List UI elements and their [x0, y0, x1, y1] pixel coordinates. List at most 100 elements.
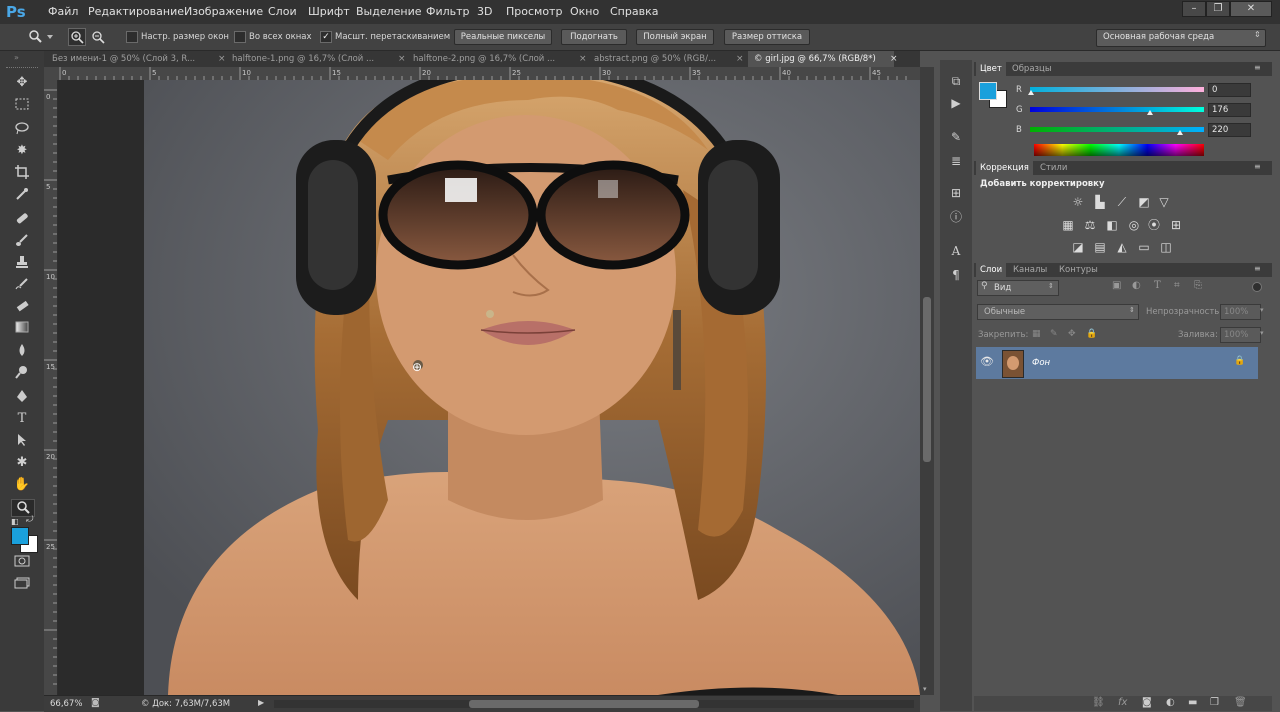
channel-mixer-icon[interactable]: ⦿	[1146, 218, 1162, 232]
panel-menu-icon[interactable]: ≡	[1254, 63, 1261, 72]
lock-all-icon[interactable]: 🔒	[1086, 329, 1097, 339]
custom-shape-tool-icon[interactable]: ✱	[11, 455, 33, 471]
tab-color[interactable]: Цвет	[976, 62, 1006, 76]
document-canvas[interactable]: ⊕	[58, 80, 920, 695]
fit-screen-button[interactable]: Подогнать	[561, 29, 627, 45]
tab-styles[interactable]: Стили	[1040, 161, 1067, 175]
hue-saturation-icon[interactable]: ▦	[1060, 218, 1076, 232]
brush-presets-icon[interactable]: ≣	[948, 154, 964, 168]
add-mask-icon[interactable]: ◙	[1142, 697, 1152, 708]
zoom-in-icon[interactable]	[68, 28, 86, 46]
channel-b-value[interactable]: 220	[1208, 123, 1251, 137]
screen-mode-icon[interactable]	[11, 577, 33, 593]
actions-panel-icon[interactable]: ▶	[948, 96, 964, 110]
tab-document-halftone-1[interactable]: halftone-1.png @ 16,7% (Слой ...	[232, 51, 394, 67]
hand-tool-icon[interactable]: ✋	[11, 477, 33, 493]
menu-filter[interactable]: Фильтр	[426, 5, 470, 18]
exposure-icon[interactable]: ◩	[1136, 195, 1152, 209]
menu-select[interactable]: Выделение	[356, 5, 422, 18]
fill-field[interactable]: 100%	[1220, 327, 1261, 343]
chevron-down-icon[interactable]	[47, 35, 53, 39]
clone-source-icon[interactable]: ⊞	[948, 186, 964, 200]
quick-selection-tool-icon[interactable]: ✸	[11, 143, 33, 159]
panel-menu-icon[interactable]: ≡	[1254, 162, 1261, 171]
foreground-color-swatch[interactable]	[11, 527, 29, 545]
invert-icon[interactable]: ◪	[1070, 240, 1086, 254]
menu-window[interactable]: Окно	[570, 5, 599, 18]
tab-adjustments[interactable]: Коррекция	[976, 161, 1033, 175]
menu-3d[interactable]: 3D	[477, 5, 492, 18]
close-button[interactable]: ✕	[1230, 1, 1272, 17]
trash-icon[interactable]: 🗑	[1234, 697, 1247, 708]
brightness-contrast-icon[interactable]: ☼	[1070, 195, 1086, 209]
threshold-icon[interactable]: ◭	[1114, 240, 1130, 254]
move-tool-icon[interactable]: ✥	[11, 75, 33, 91]
tab-layers[interactable]: Слои	[976, 263, 1007, 277]
type-tool-icon[interactable]: T	[11, 411, 33, 427]
healing-brush-tool-icon[interactable]	[11, 211, 33, 227]
tab-document-girl-active[interactable]: © girl.jpg @ 66,7% (RGB/8*)	[748, 51, 894, 67]
status-menu-arrow-icon[interactable]: ▶	[258, 698, 264, 707]
menu-layers[interactable]: Слои	[268, 5, 297, 18]
color-lookup-icon[interactable]: ⊞	[1168, 218, 1184, 232]
tab-close-icon[interactable]: ×	[579, 51, 587, 67]
eyedropper-tool-icon[interactable]	[11, 187, 33, 203]
filter-shape-icon[interactable]: ⌗	[1174, 280, 1180, 291]
layer-filter-select[interactable]: ⚲ Вид ⇕	[977, 280, 1059, 296]
tab-document-untitled[interactable]: Без имени-1 @ 50% (Слой 3, R...	[52, 51, 214, 67]
pen-tool-icon[interactable]	[11, 389, 33, 405]
channel-r-slider[interactable]	[1030, 87, 1204, 92]
channel-r-marker[interactable]	[1028, 90, 1034, 95]
channel-g-slider[interactable]	[1030, 107, 1204, 112]
all-windows-checkbox[interactable]	[234, 31, 246, 43]
info-panel-icon[interactable]: ⓘ	[948, 210, 964, 224]
chevron-down-icon[interactable]: ▾	[1260, 329, 1264, 337]
selective-color-icon[interactable]: ◫	[1158, 240, 1174, 254]
lasso-tool-icon[interactable]	[11, 121, 33, 137]
marquee-tool-icon[interactable]	[11, 98, 33, 114]
vertical-scroll-thumb[interactable]	[923, 297, 931, 462]
brush-tool-icon[interactable]	[11, 233, 33, 249]
dodge-tool-icon[interactable]	[11, 365, 33, 381]
tab-close-icon[interactable]: ×	[398, 51, 406, 67]
levels-icon[interactable]: ▙	[1092, 195, 1108, 209]
menu-file[interactable]: Файл	[48, 5, 78, 18]
channel-b-marker[interactable]	[1177, 130, 1183, 135]
blur-tool-icon[interactable]	[11, 343, 33, 359]
opacity-field[interactable]: 100%	[1220, 304, 1261, 320]
resize-windows-checkbox[interactable]	[126, 31, 138, 43]
fill-screen-button[interactable]: Полный экран	[636, 29, 714, 45]
layer-style-icon[interactable]: fx	[1118, 697, 1127, 708]
vibrance-icon[interactable]: ▽	[1156, 195, 1172, 209]
print-size-button[interactable]: Размер оттиска	[724, 29, 810, 45]
filter-type-icon[interactable]: T	[1154, 280, 1161, 291]
tab-swatches[interactable]: Образцы	[1012, 62, 1052, 76]
panel-menu-icon[interactable]: ≡	[1254, 264, 1261, 273]
share-icon[interactable]: ◙	[91, 698, 100, 708]
channel-r-value[interactable]: 0	[1208, 83, 1251, 97]
tab-paths[interactable]: Контуры	[1059, 263, 1098, 277]
layer-row-background[interactable]: 👁 Фон 🔒	[976, 347, 1258, 379]
menu-type[interactable]: Шрифт	[308, 5, 350, 18]
path-selection-tool-icon[interactable]	[11, 433, 33, 449]
horizontal-scroll-thumb[interactable]	[469, 700, 699, 708]
color-balance-icon[interactable]: ⚖	[1082, 218, 1098, 232]
paragraph-panel-icon[interactable]: ¶	[948, 268, 964, 282]
zoom-out-icon[interactable]	[90, 29, 106, 45]
toolbox-grip[interactable]	[6, 67, 38, 72]
history-brush-tool-icon[interactable]	[11, 277, 33, 293]
tab-channels[interactable]: Каналы	[1013, 263, 1047, 277]
color-spectrum-bar[interactable]	[1034, 144, 1204, 156]
lock-position-icon[interactable]: ✥	[1068, 329, 1076, 339]
black-white-icon[interactable]: ◧	[1104, 218, 1120, 232]
channel-g-value[interactable]: 176	[1208, 103, 1251, 117]
gradient-map-icon[interactable]: ▭	[1136, 240, 1152, 254]
brush-panel-icon[interactable]: ✎	[948, 130, 964, 144]
menu-view[interactable]: Просмотр	[506, 5, 562, 18]
scrubby-zoom-checkbox[interactable]: ✓	[320, 31, 332, 43]
collapse-arrows-icon[interactable]: »	[14, 53, 19, 62]
restore-button[interactable]: ❐	[1206, 1, 1230, 17]
chevron-down-icon[interactable]: ▾	[1260, 306, 1264, 314]
menu-edit[interactable]: Редактирование	[88, 5, 184, 18]
scroll-down-icon[interactable]: ▾	[923, 685, 927, 693]
